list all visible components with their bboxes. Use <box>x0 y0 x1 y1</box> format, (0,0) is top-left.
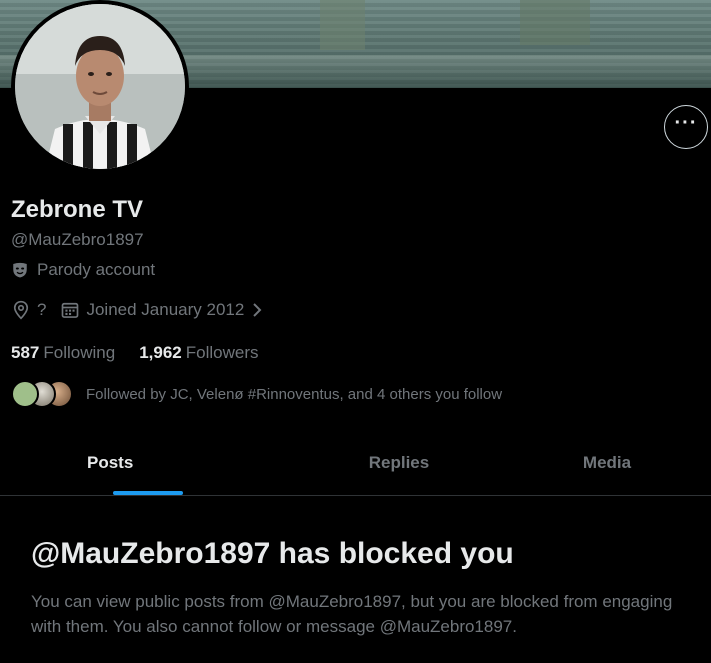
avatar-photo <box>15 4 185 169</box>
blocked-message: You can view public posts from @MauZebro… <box>31 592 673 636</box>
profile-avatar[interactable] <box>11 0 189 173</box>
following-link[interactable]: 587 Following <box>11 343 115 363</box>
location-pin-icon <box>13 300 29 320</box>
following-count: 587 <box>11 343 40 362</box>
following-label: Following <box>43 343 116 362</box>
joined-text: Joined January 2012 <box>86 300 245 319</box>
more-options-button[interactable]: ··· <box>664 105 708 149</box>
tab-posts[interactable]: Posts <box>0 430 295 495</box>
follower-avatars <box>11 380 73 408</box>
followed-by-text: Followed by JC, Velenø #Rinnoventus, and… <box>86 385 503 403</box>
profile-meta: ? Joined January 2012 <box>11 300 278 320</box>
calendar-icon <box>62 302 79 318</box>
banner-detail <box>520 0 590 45</box>
more-horizontal-icon: ··· <box>674 112 698 134</box>
follow-stats: 587 Following 1,962 Followers <box>11 343 258 363</box>
followed-by-row[interactable]: Followed by JC, Velenø #Rinnoventus, and… <box>11 380 502 408</box>
chevron-right-icon <box>253 303 262 317</box>
profile-handle: @MauZebro1897 <box>11 230 144 249</box>
tab-replies[interactable]: Replies <box>295 430 503 495</box>
profile-tabs: Posts Replies Media <box>0 430 711 496</box>
banner-detail <box>320 0 365 50</box>
followers-label: Followers <box>185 343 259 362</box>
tab-media[interactable]: Media <box>503 430 711 495</box>
profile-display-name: Zebrone TV <box>11 196 144 223</box>
blocked-title: @MauZebro1897 has blocked you <box>31 537 514 570</box>
mask-icon <box>13 262 27 278</box>
joined-item[interactable]: Joined January 2012 <box>60 300 264 320</box>
avatar-portrait <box>15 4 185 169</box>
location-item: ? <box>11 300 46 320</box>
parody-account-label: Parody account <box>11 260 155 280</box>
followers-link[interactable]: 1,962 Followers <box>139 343 258 363</box>
parody-label-text: Parody account <box>37 260 156 279</box>
location-text: ? <box>37 300 47 319</box>
followers-count: 1,962 <box>139 343 182 362</box>
follower-avatar <box>11 380 39 408</box>
